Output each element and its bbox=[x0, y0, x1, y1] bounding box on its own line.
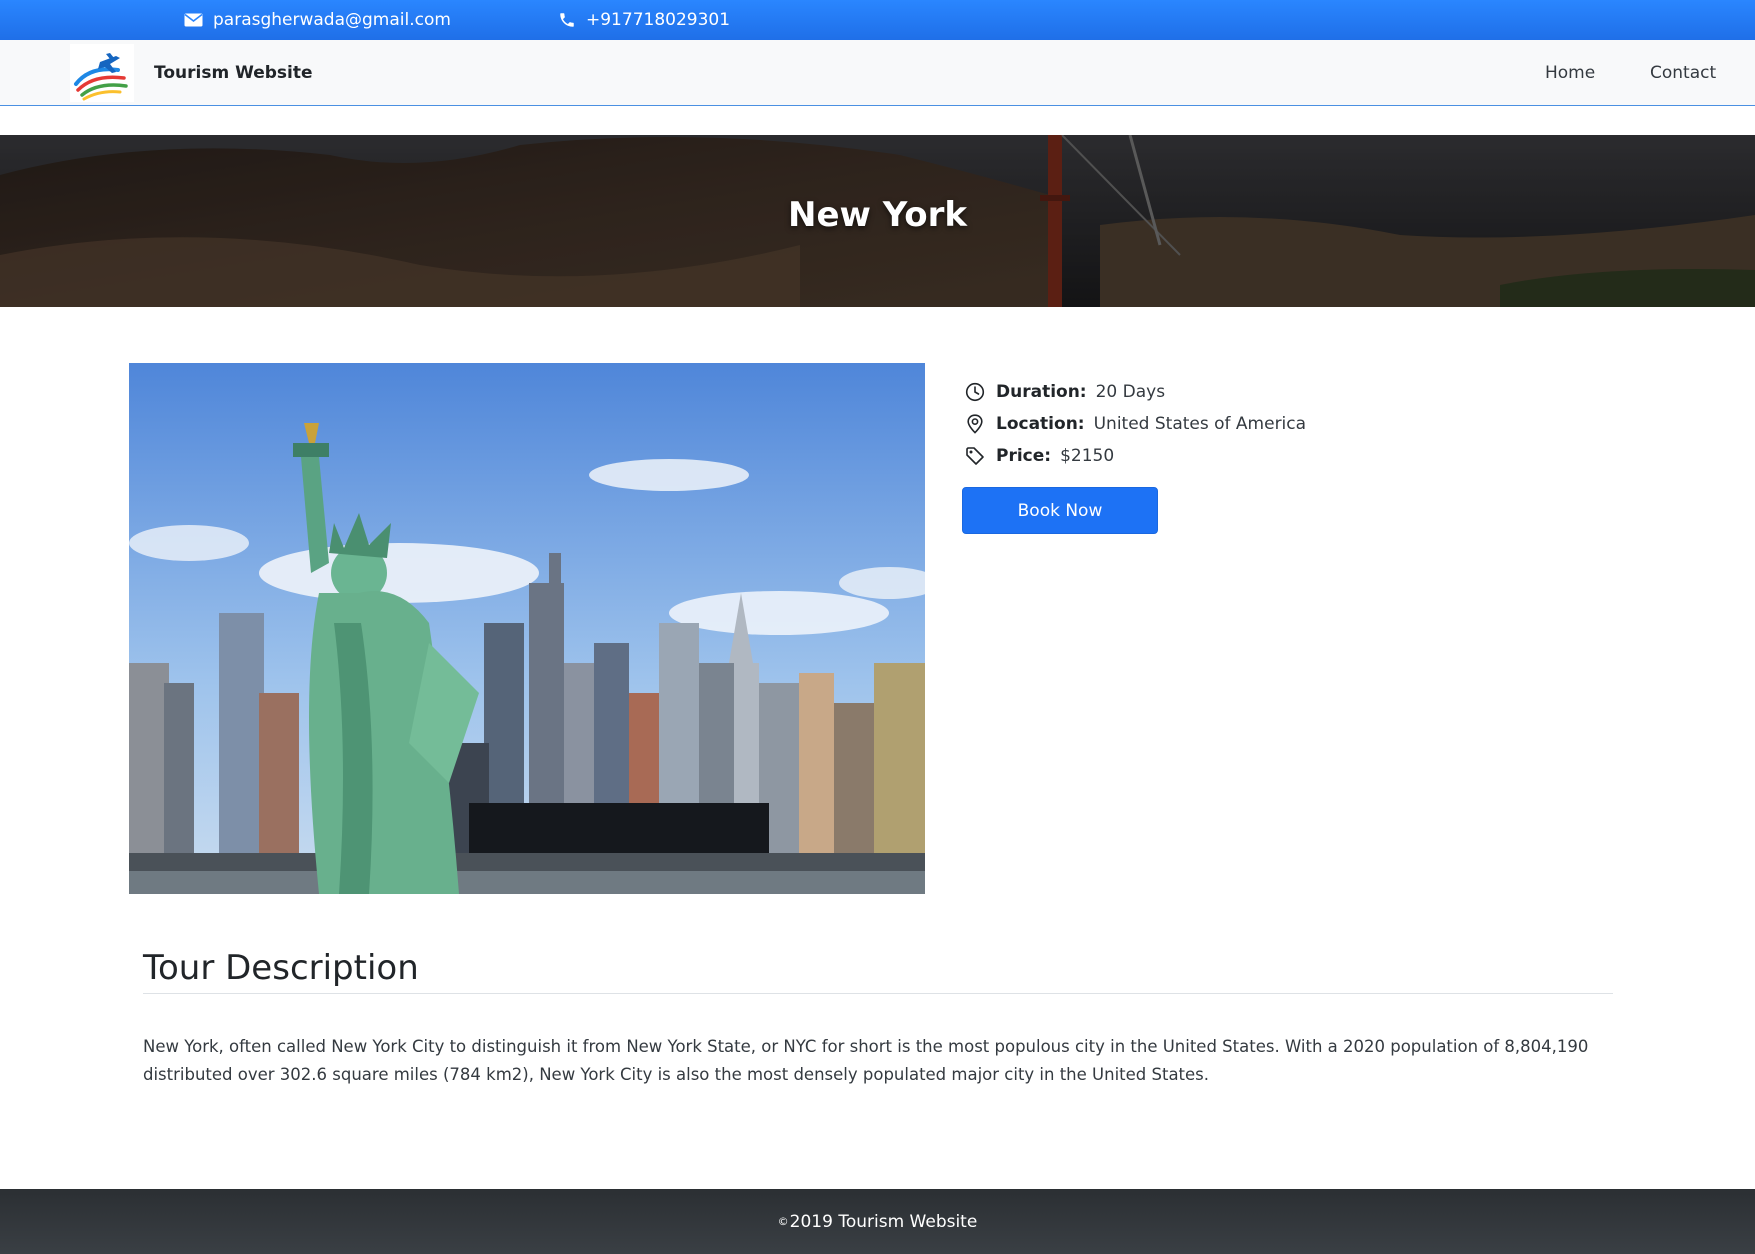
footer: © 2019 Tourism Website bbox=[0, 1189, 1755, 1254]
detail-location: Location: United States of America bbox=[964, 408, 1464, 440]
navbar: Tourism Website Home Contact bbox=[0, 40, 1755, 106]
phone-contact[interactable]: +917718029301 bbox=[558, 0, 730, 40]
brand-name[interactable]: Tourism Website bbox=[154, 40, 313, 106]
banner-title: New York bbox=[788, 195, 967, 235]
detail-duration: Duration: 20 Days bbox=[964, 376, 1464, 408]
contact-bar: parasgherwada@gmail.com +917718029301 bbox=[0, 0, 1755, 40]
footer-text: 2019 Tourism Website bbox=[789, 1211, 978, 1232]
tour-description-text: New York, often called New York City to … bbox=[143, 1037, 1589, 1084]
tour-details: Duration: 20 Days Location: United State… bbox=[964, 376, 1464, 472]
email-contact[interactable]: parasgherwada@gmail.com bbox=[184, 0, 451, 40]
location-label: Location: bbox=[996, 414, 1085, 434]
hero-banner: New York bbox=[0, 135, 1755, 307]
brand-logo[interactable] bbox=[70, 44, 134, 102]
envelope-icon bbox=[184, 13, 203, 27]
nav-contact-link[interactable]: Contact bbox=[1650, 40, 1716, 106]
clock-icon bbox=[964, 381, 986, 403]
book-now-button[interactable]: Book Now bbox=[962, 487, 1158, 534]
detail-price: Price: $2150 bbox=[964, 440, 1464, 472]
duration-value: 20 Days bbox=[1095, 382, 1166, 402]
nav-home-link[interactable]: Home bbox=[1545, 40, 1595, 106]
divider bbox=[143, 993, 1613, 994]
price-tag-icon bbox=[964, 445, 986, 467]
tour-image bbox=[129, 363, 925, 894]
location-value: United States of America bbox=[1093, 414, 1307, 434]
location-pin-icon bbox=[964, 413, 986, 435]
phone-icon bbox=[560, 13, 574, 27]
copyright-symbol: © bbox=[777, 1215, 789, 1228]
tour-description-heading: Tour Description bbox=[143, 948, 419, 988]
price-value: $2150 bbox=[1060, 446, 1115, 466]
airplane-logo-icon bbox=[74, 53, 128, 101]
price-label: Price: bbox=[996, 446, 1052, 466]
phone-text: +917718029301 bbox=[586, 10, 731, 30]
email-text: parasgherwada@gmail.com bbox=[213, 10, 451, 30]
statue-of-liberty-skyline-image bbox=[129, 363, 925, 894]
duration-label: Duration: bbox=[996, 382, 1087, 402]
